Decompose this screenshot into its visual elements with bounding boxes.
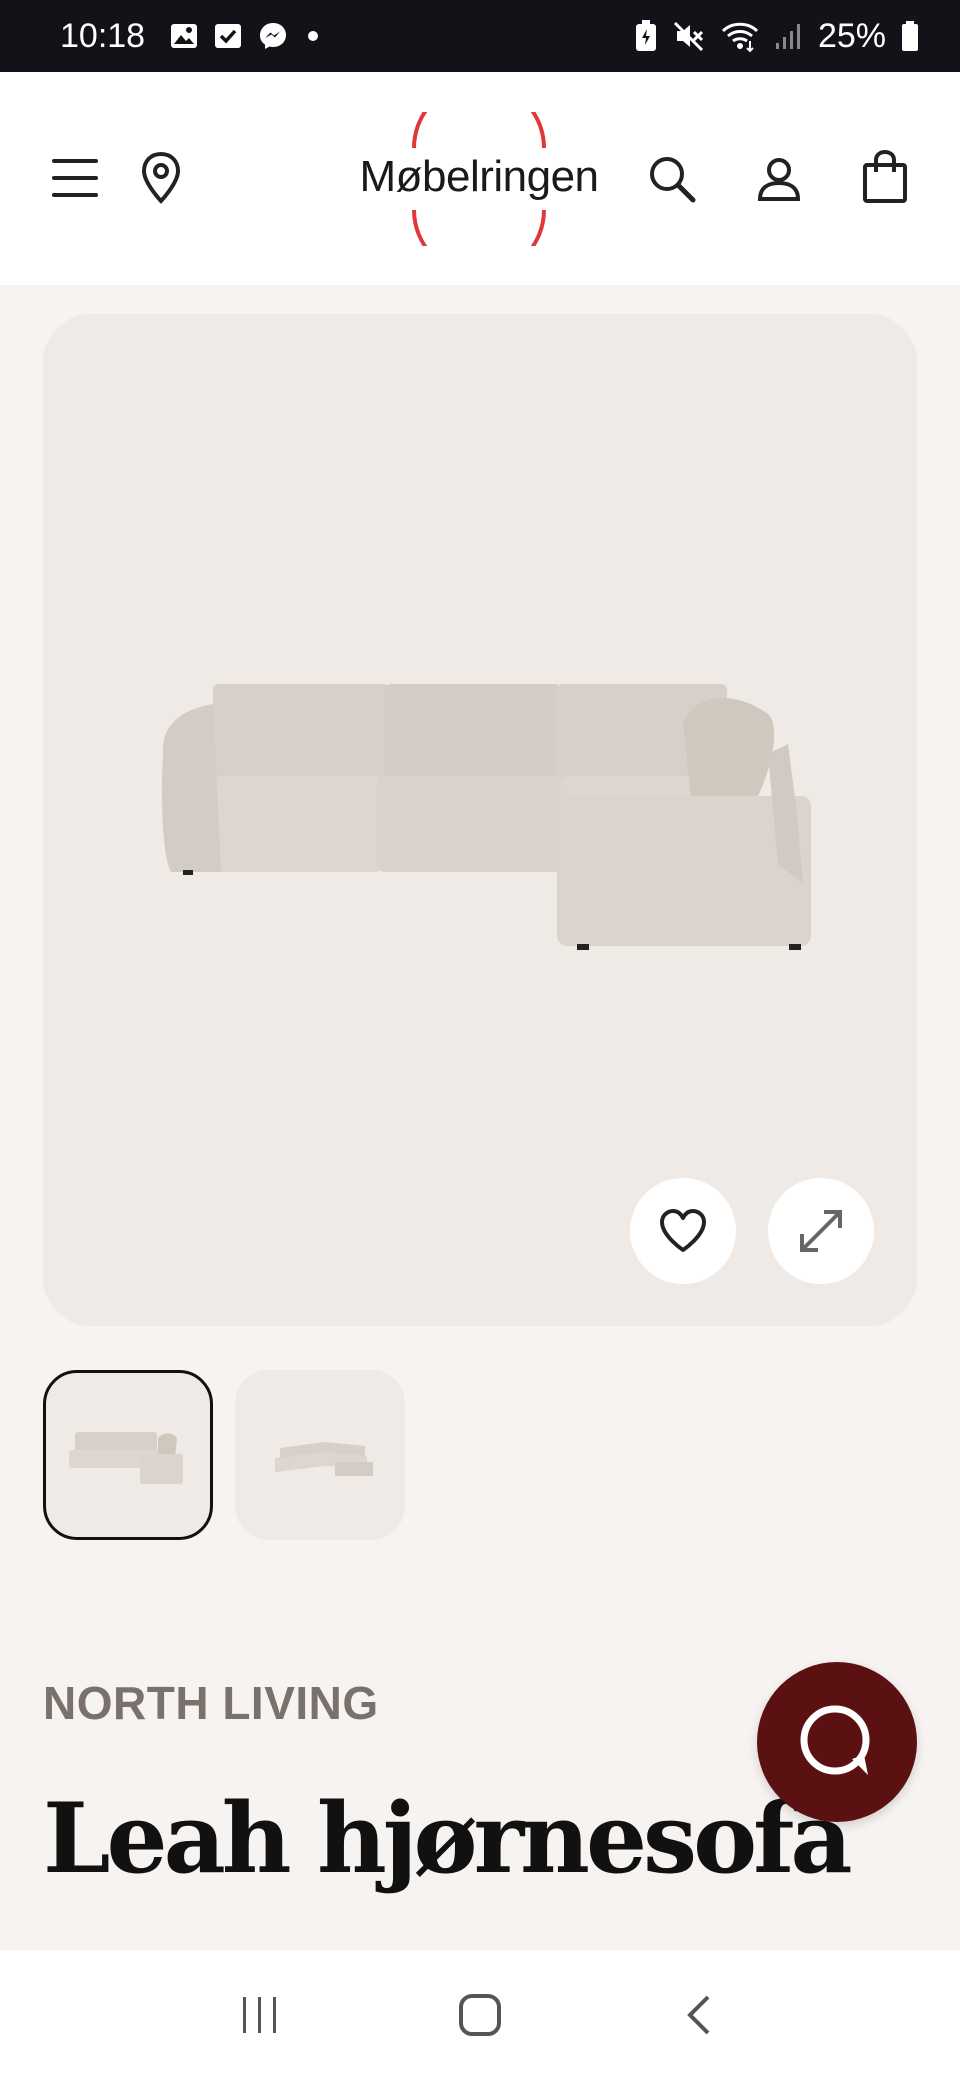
heart-icon [660,1209,706,1252]
checkbox-icon [213,21,243,51]
sofa-illustration [161,684,811,950]
signal-icon [774,21,804,51]
chat-icon [800,1705,870,1775]
status-right: 25% [634,17,920,56]
battery-icon [900,20,920,52]
home-icon [459,1994,501,2036]
thumbnail-2[interactable] [235,1370,405,1540]
battery-percent: 25% [817,16,886,55]
product-brand[interactable]: NORTH LIVING [43,1676,379,1730]
site-logo[interactable]: Møbelringen [344,112,614,246]
expand-button[interactable] [768,1178,874,1284]
messenger-icon [257,20,289,52]
product-title: Leah hjørnesofa [43,1782,853,1895]
search-icon[interactable] [645,152,699,206]
user-icon[interactable] [752,152,806,206]
home-button[interactable] [440,1975,520,2055]
wifi-icon [720,19,760,53]
favorite-button[interactable] [630,1178,736,1284]
status-bar: 10:18 25% [0,0,960,72]
product-image[interactable] [43,314,917,1326]
recent-apps-button[interactable] [220,1975,300,2055]
battery-saver-icon [634,19,658,53]
location-pin-icon[interactable] [134,149,188,207]
thumbnail-1[interactable] [43,1370,213,1540]
status-left: 10:18 [60,17,323,56]
expand-icon [800,1210,842,1252]
logo-text: Møbelringen [359,152,599,201]
recent-apps-icon [243,1997,276,2033]
gallery-icon [169,21,199,51]
menu-icon[interactable] [46,149,104,207]
status-time: 10:18 [60,16,146,55]
mute-icon [672,19,706,53]
dot-icon [303,26,323,46]
back-icon [687,1995,710,2035]
shopping-bag-icon[interactable] [858,148,912,206]
chat-button[interactable] [757,1662,917,1822]
site-header: Møbelringen [0,72,960,285]
system-nav-bar [0,1950,960,2080]
back-button[interactable] [660,1975,740,2055]
sofa-thumbnail-angle [275,1442,373,1476]
sofa-thumbnail-front [69,1432,183,1484]
